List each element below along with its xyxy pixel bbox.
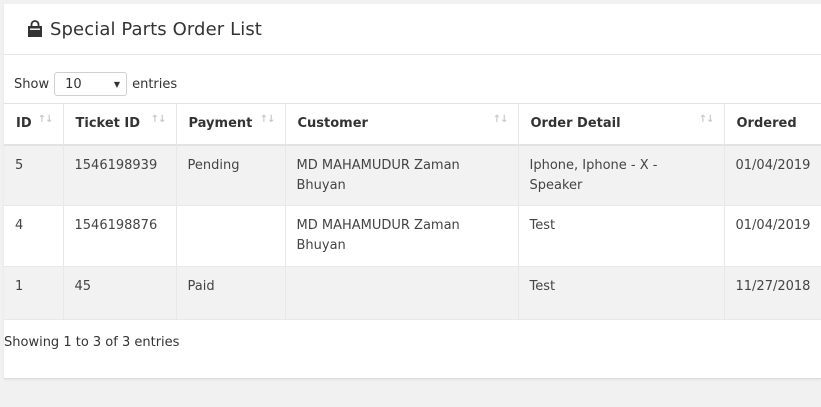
- cell-customer: MD MAHAMUDUR Zaman Bhuyan: [284, 144, 518, 206]
- cell-order-detail: Test: [517, 266, 724, 320]
- cell-order-detail: Test: [517, 205, 724, 267]
- sort-icon: ↑↓: [259, 114, 276, 125]
- shopping-bag-icon: [26, 20, 44, 38]
- cell-id: 1: [4, 266, 63, 320]
- table-row: 4 1546198876 MD MAHAMUDUR Zaman Bhuyan T…: [4, 205, 821, 267]
- column-header-label: Customer: [297, 116, 368, 132]
- table-row: 5 1546198939 Pending MD MAHAMUDUR Zaman …: [4, 144, 821, 206]
- entries-per-page-value: 10: [65, 76, 82, 92]
- show-label: Show: [14, 76, 50, 92]
- column-header-customer[interactable]: Customer ↑↓: [284, 103, 518, 146]
- column-header-payment[interactable]: Payment ↑↓: [175, 103, 285, 146]
- column-header-label: Order Detail: [530, 116, 621, 132]
- cell-payment: Pending: [175, 144, 285, 206]
- column-header-label: Ticket ID: [75, 116, 141, 132]
- cell-payment: [175, 205, 285, 267]
- sort-icon: ↑↓: [37, 114, 54, 125]
- entries-per-page-select[interactable]: 10 ▼: [54, 72, 128, 96]
- column-header-order-detail[interactable]: Order Detail ↑↓: [517, 103, 724, 146]
- column-header-ordered[interactable]: Ordered↑↓: [723, 103, 821, 146]
- table-header-row: ID ↑↓ Ticket ID ↑↓ Payment ↑↓ Customer ↑↓ Or…: [4, 103, 821, 146]
- table-row: 1 45 Paid Test 11/27/2018: [4, 266, 821, 320]
- entries-length-control: Show 10 ▼ entries: [14, 71, 177, 97]
- column-header-label: Payment: [188, 116, 253, 132]
- chevron-down-icon: ▼: [113, 79, 121, 89]
- panel-header: Special Parts Order List: [4, 4, 821, 55]
- cell-id: 5: [4, 144, 63, 206]
- column-header-label: Ordered: [736, 116, 797, 132]
- cell-ordered: 01/04/2019: [723, 144, 821, 206]
- page-title: Special Parts Order List: [50, 18, 262, 40]
- cell-customer: [284, 266, 518, 320]
- cell-order-detail: Iphone, Iphone - X - Speaker: [517, 144, 724, 206]
- cell-id: 4: [4, 205, 63, 267]
- orders-table: ID ↑↓ Ticket ID ↑↓ Payment ↑↓ Customer ↑↓ Or…: [4, 103, 821, 320]
- entries-label: entries: [132, 76, 178, 92]
- cell-payment: Paid: [175, 266, 285, 320]
- sort-icon: ↑↓: [698, 114, 715, 125]
- orders-panel: Special Parts Order List Show 10 ▼ entri…: [4, 4, 821, 379]
- cell-ordered: 01/04/2019: [723, 205, 821, 267]
- column-header-label: ID: [16, 116, 32, 132]
- cell-customer: MD MAHAMUDUR Zaman Bhuyan: [284, 205, 518, 267]
- cell-ticket-id: 45: [62, 266, 176, 320]
- cell-ordered: 11/27/2018: [723, 266, 821, 320]
- column-header-id[interactable]: ID ↑↓: [4, 103, 63, 146]
- cell-ticket-id: 1546198939: [62, 144, 176, 206]
- sort-icon: ↑↓: [492, 114, 509, 125]
- cell-ticket-id: 1546198876: [62, 205, 176, 267]
- table-info: Showing 1 to 3 of 3 entries: [4, 335, 180, 350]
- column-header-ticket-id[interactable]: Ticket ID ↑↓: [62, 103, 176, 146]
- sort-icon: ↑↓: [150, 114, 167, 125]
